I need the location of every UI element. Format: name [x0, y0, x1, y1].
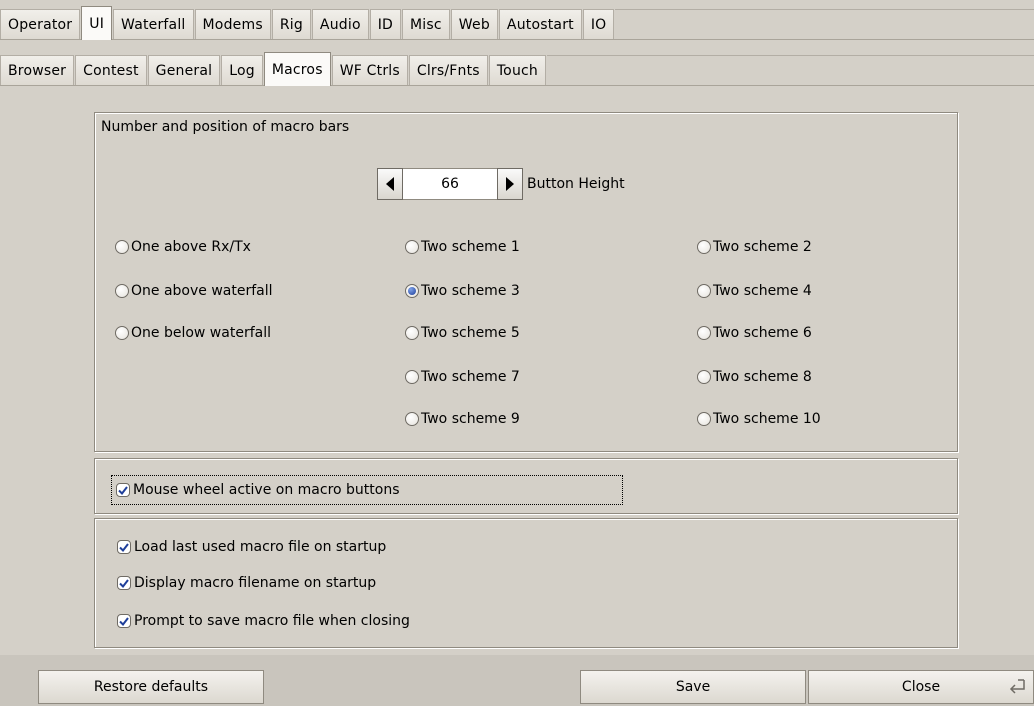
radio-two-scheme-8[interactable]: Two scheme 8 — [697, 369, 812, 385]
radio-label: One above Rx/Tx — [131, 239, 251, 255]
macro-bars-group: Number and position of macro bars 66 But… — [94, 112, 958, 452]
tab-browser[interactable]: Browser — [0, 55, 75, 85]
radio-label: Two scheme 1 — [421, 239, 520, 255]
tab-web[interactable]: Web — [450, 9, 498, 39]
button-height-label: Button Height — [527, 176, 625, 192]
left-arrow-icon[interactable] — [377, 168, 403, 200]
tab-general[interactable]: General — [147, 55, 221, 85]
dialog-button-bar: Restore defaults Save Close — [0, 655, 1034, 706]
radio-label: One above waterfall — [131, 283, 273, 299]
radio-label: Two scheme 10 — [713, 411, 821, 427]
radio-label: Two scheme 9 — [421, 411, 520, 427]
radio-two-scheme-10[interactable]: Two scheme 10 — [697, 411, 821, 427]
radio-label: Two scheme 4 — [713, 283, 812, 299]
radio-button[interactable] — [697, 370, 711, 384]
radio-button[interactable] — [405, 412, 419, 426]
display-macro-filename-checkbox[interactable]: Display macro filename on startup — [117, 575, 376, 591]
right-arrow-icon[interactable] — [497, 168, 523, 200]
checkbox-label: Display macro filename on startup — [134, 575, 377, 591]
mouse-wheel-group: Mouse wheel active on macro buttons — [94, 458, 958, 514]
macro-file-options-group: Load last used macro file on startup Dis… — [94, 518, 958, 648]
checkbox-checked[interactable] — [117, 540, 131, 554]
radio-button[interactable] — [697, 326, 711, 340]
radio-one-below-waterfall[interactable]: One below waterfall — [115, 325, 271, 341]
radio-one-above-rxtx[interactable]: One above Rx/Tx — [115, 239, 251, 255]
radio-two-scheme-4[interactable]: Two scheme 4 — [697, 283, 812, 299]
radio-label: Two scheme 8 — [713, 369, 812, 385]
group-title: Number and position of macro bars — [101, 119, 350, 135]
prompt-save-macro-checkbox[interactable]: Prompt to save macro file when closing — [117, 613, 410, 629]
checkbox-label: Mouse wheel active on macro buttons — [133, 482, 400, 498]
main-tab-bar: Operator UI Waterfall Modems Rig Audio I… — [0, 6, 1034, 40]
tab-operator[interactable]: Operator — [0, 9, 81, 39]
radio-button-selected[interactable] — [405, 284, 419, 298]
radio-button[interactable] — [115, 240, 129, 254]
button-label: Close — [901, 679, 941, 695]
radio-one-above-waterfall[interactable]: One above waterfall — [115, 283, 273, 299]
radio-two-scheme-6[interactable]: Two scheme 6 — [697, 325, 812, 341]
tab-clrs-fnts[interactable]: Clrs/Fnts — [408, 55, 488, 85]
radio-label: Two scheme 5 — [421, 325, 520, 341]
button-height-counter: 66 Button Height — [377, 168, 625, 200]
radio-label: Two scheme 6 — [713, 325, 812, 341]
radio-button[interactable] — [697, 240, 711, 254]
radio-two-scheme-7[interactable]: Two scheme 7 — [405, 369, 520, 385]
radio-label: Two scheme 2 — [713, 239, 812, 255]
ui-subtab-bar: Browser Contest General Log Macros WF Ct… — [0, 52, 1034, 86]
tab-autostart[interactable]: Autostart — [498, 9, 582, 39]
radio-two-scheme-9[interactable]: Two scheme 9 — [405, 411, 520, 427]
radio-button[interactable] — [697, 412, 711, 426]
radio-button[interactable] — [405, 370, 419, 384]
button-label: Restore defaults — [93, 679, 209, 695]
radio-two-scheme-1[interactable]: Two scheme 1 — [405, 239, 520, 255]
tab-bar-filler — [615, 9, 1034, 39]
tab-bar-filler — [547, 55, 1034, 85]
radio-label: Two scheme 3 — [421, 283, 520, 299]
checkbox-checked[interactable] — [117, 614, 131, 628]
radio-button[interactable] — [405, 240, 419, 254]
radio-button[interactable] — [405, 326, 419, 340]
checkbox-checked[interactable] — [117, 576, 131, 590]
radio-button[interactable] — [697, 284, 711, 298]
tab-rig[interactable]: Rig — [271, 9, 311, 39]
radio-two-scheme-5[interactable]: Two scheme 5 — [405, 325, 520, 341]
tab-touch[interactable]: Touch — [488, 55, 546, 85]
tab-waterfall[interactable]: Waterfall — [113, 9, 194, 39]
tab-io[interactable]: IO — [582, 9, 615, 39]
tab-wf-ctrls[interactable]: WF Ctrls — [331, 55, 408, 85]
radio-label: One below waterfall — [131, 325, 271, 341]
tab-contest[interactable]: Contest — [75, 55, 147, 85]
checkbox-label: Prompt to save macro file when closing — [134, 613, 410, 629]
radio-two-scheme-2[interactable]: Two scheme 2 — [697, 239, 812, 255]
radio-button[interactable] — [115, 326, 129, 340]
restore-defaults-button[interactable]: Restore defaults — [38, 670, 264, 704]
load-last-macro-checkbox[interactable]: Load last used macro file on startup — [117, 539, 386, 555]
tab-macros[interactable]: Macros — [263, 52, 331, 86]
radio-two-scheme-3[interactable]: Two scheme 3 — [405, 283, 520, 299]
button-label: Save — [675, 679, 711, 695]
save-button[interactable]: Save — [580, 670, 806, 704]
tab-modems[interactable]: Modems — [194, 9, 271, 39]
mouse-wheel-checkbox[interactable]: Mouse wheel active on macro buttons — [111, 475, 623, 505]
tab-misc[interactable]: Misc — [402, 9, 450, 39]
tab-log[interactable]: Log — [221, 55, 263, 85]
checkbox-checked[interactable] — [116, 483, 130, 497]
enter-key-icon — [1007, 679, 1027, 699]
button-height-value[interactable]: 66 — [403, 168, 497, 200]
checkbox-label: Load last used macro file on startup — [134, 539, 387, 555]
tab-ui[interactable]: UI — [81, 6, 113, 40]
radio-label: Two scheme 7 — [421, 369, 520, 385]
tab-id[interactable]: ID — [369, 9, 402, 39]
radio-button[interactable] — [115, 284, 129, 298]
tab-audio[interactable]: Audio — [311, 9, 369, 39]
close-button[interactable]: Close — [808, 670, 1034, 704]
